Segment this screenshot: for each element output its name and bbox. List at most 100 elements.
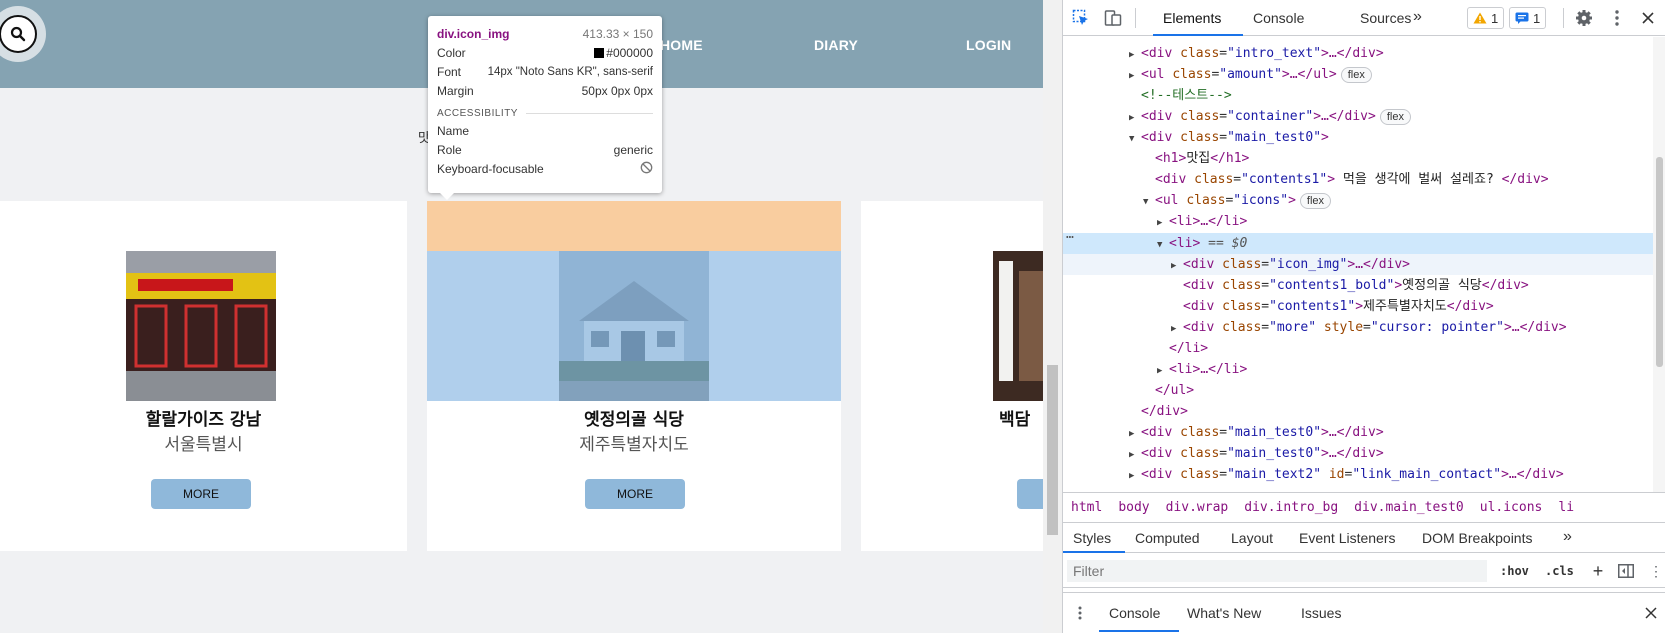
tree-node[interactable]: </ul> xyxy=(1155,380,1194,401)
restaurant-region: 제주특별자치도 xyxy=(579,435,689,455)
tooltip-keyboard-focusable-label: Keyboard-focusable xyxy=(437,161,544,176)
inspect-margin-overlay xyxy=(427,201,841,251)
drawer-tab-issues[interactable]: Issues xyxy=(1301,605,1341,621)
tree-node[interactable]: ▶ <li>…</li> xyxy=(1157,211,1247,232)
breadcrumb-item[interactable]: ul.icons xyxy=(1480,500,1543,515)
breadcrumb-item[interactable]: div.main_test0 xyxy=(1354,500,1464,515)
breadcrumb-item[interactable]: body xyxy=(1118,500,1149,515)
flex-badge: flex xyxy=(1299,193,1332,209)
elements-scrollbar-thumb[interactable] xyxy=(1656,157,1663,367)
inspect-element-icon[interactable] xyxy=(1069,6,1093,30)
breadcrumb-item[interactable]: div.wrap xyxy=(1166,500,1229,515)
tree-node[interactable]: ▼ <div class="main_test0"> xyxy=(1129,127,1329,148)
more-button[interactable]: MORE xyxy=(151,479,251,509)
flex-badge: flex xyxy=(1340,67,1372,83)
tree-node[interactable]: ▶ <li>…</li> xyxy=(1157,359,1247,380)
tab-console[interactable]: Console xyxy=(1253,10,1304,26)
tab-elements[interactable]: Elements xyxy=(1163,10,1221,26)
more-style-tabs-button[interactable]: » xyxy=(1563,528,1572,546)
computed-styles-toggle-icon[interactable]: ⋮ xyxy=(1648,562,1664,580)
tooltip-accessibility-heading: ACCESSIBILITY xyxy=(437,108,653,119)
message-icon xyxy=(1515,12,1529,24)
hov-toggle-button[interactable]: :hov xyxy=(1500,564,1529,578)
tree-node[interactable]: </li> xyxy=(1169,338,1208,359)
tree-node[interactable]: <div class="contents1"> 먹을 생각에 벌써 설레죠? <… xyxy=(1155,169,1549,190)
tooltip-role-label: Role xyxy=(437,142,462,157)
device-toolbar-icon[interactable] xyxy=(1101,6,1125,30)
add-style-rule-icon[interactable]: + xyxy=(1589,561,1607,581)
flex-badge: flex xyxy=(1379,109,1411,125)
tree-node[interactable]: ▶ <div class="main_text2" id="link_main_c… xyxy=(1129,464,1564,485)
console-drawer: Console What's New Issues xyxy=(1063,592,1665,633)
more-button[interactable]: MORE xyxy=(585,479,685,509)
tree-node[interactable]: ▶ <ul class="amount">…</ul> flex xyxy=(1129,64,1372,85)
tree-node-comment[interactable]: <!--테스트--> xyxy=(1141,85,1232,106)
devtools-toolbar: Elements Console Sources » 1 1 xyxy=(1063,0,1665,36)
inspect-tooltip: div.icon_img 413.33 × 150 Color #000000 Fo… xyxy=(428,16,662,200)
drawer-tab-whats-new[interactable]: What's New xyxy=(1187,605,1261,621)
styles-tabbar: Styles Computed Layout Event Listeners D… xyxy=(1063,523,1665,553)
tooltip-size: 413.33 × 150 xyxy=(582,26,653,41)
more-tabs-button[interactable]: » xyxy=(1413,8,1422,26)
tree-node[interactable]: ▶ <div class="main_test0">…</div> xyxy=(1129,422,1384,443)
devtools-panel: Elements Console Sources » 1 1 … ▶ <div … xyxy=(1062,0,1665,633)
restaurant-region: 서울특별시 xyxy=(164,435,243,455)
breadcrumb-item[interactable]: div.intro_bg xyxy=(1244,500,1338,515)
styles-filter-bar: Filter :hov .cls + ⋮ xyxy=(1063,554,1665,588)
elements-scrollbar[interactable] xyxy=(1653,37,1665,492)
close-drawer-icon[interactable] xyxy=(1641,603,1661,623)
inspect-content-overlay xyxy=(427,251,841,401)
settings-gear-icon[interactable] xyxy=(1573,7,1595,29)
elements-tree: … ▶ <div class="intro_text">…</div> ▶ <ul … xyxy=(1063,37,1653,492)
search-button[interactable] xyxy=(0,6,46,62)
more-button[interactable] xyxy=(1017,479,1043,509)
nav-diary-link[interactable]: DIARY xyxy=(814,37,858,53)
close-devtools-icon[interactable] xyxy=(1637,7,1659,29)
toolbar-divider xyxy=(1135,8,1136,28)
tooltip-margin-label: Margin xyxy=(437,83,474,98)
tab-sources[interactable]: Sources xyxy=(1360,10,1411,26)
tree-node[interactable]: ▼ <ul class="icons"> flex xyxy=(1143,190,1332,211)
drawer-active-indicator xyxy=(1099,630,1179,632)
drawer-tab-console[interactable]: Console xyxy=(1109,605,1160,621)
toolbar-divider xyxy=(1563,8,1564,28)
nav-login-link[interactable]: LOGIN xyxy=(966,37,1011,53)
tree-node-selected[interactable]: ▼ <li> == $0 xyxy=(1157,233,1247,254)
not-focusable-icon xyxy=(640,161,653,177)
tree-node[interactable]: ▶ <div class="main_test0">…</div> xyxy=(1129,443,1384,464)
breadcrumb-item-current[interactable]: li xyxy=(1558,500,1574,515)
nav-home-link[interactable]: HOME xyxy=(660,37,703,53)
tree-node[interactable]: </div> xyxy=(1141,401,1188,422)
tab-event-listeners[interactable]: Event Listeners xyxy=(1299,530,1396,546)
messages-badge[interactable]: 1 xyxy=(1509,7,1547,29)
tab-styles[interactable]: Styles xyxy=(1073,530,1111,546)
tooltip-selector: div.icon_img xyxy=(437,26,510,41)
styles-active-indicator xyxy=(1063,551,1125,553)
page-scrollbar-thumb[interactable] xyxy=(1047,365,1058,535)
restaurant-name: 백담 xyxy=(999,410,1031,430)
tree-node[interactable]: ▶ <div class="container">…</div> flex xyxy=(1129,106,1411,127)
tree-node[interactable]: ▶ <div class="icon_img">…</div> xyxy=(1171,254,1410,275)
active-tab-indicator xyxy=(1153,34,1243,36)
node-actions-ellipsis[interactable]: … xyxy=(1066,227,1074,242)
styles-filter-input[interactable]: Filter xyxy=(1067,560,1487,582)
tab-computed[interactable]: Computed xyxy=(1135,530,1200,546)
tree-node[interactable]: <h1>맛집</h1> xyxy=(1155,148,1249,169)
warnings-badge[interactable]: 1 xyxy=(1467,7,1505,29)
cls-toggle-button[interactable]: .cls xyxy=(1545,564,1574,578)
tree-node[interactable]: <div class="contents1">제주특별자치도</div> xyxy=(1183,296,1494,317)
tree-node[interactable]: ▶ <div class="more" style="cursor: pointe… xyxy=(1171,317,1567,338)
drawer-menu-icon[interactable] xyxy=(1075,603,1085,623)
selected-node-highlight xyxy=(1063,233,1653,254)
restaurant-card: 할랄가이즈 강남 서울특별시 MORE xyxy=(0,201,407,551)
tab-layout[interactable]: Layout xyxy=(1231,530,1273,546)
messages-count: 1 xyxy=(1533,10,1541,26)
tooltip-name-label: Name xyxy=(437,123,470,138)
tree-node[interactable]: <div class="contents1_bold">옛정의골 식당</div… xyxy=(1183,275,1529,296)
tab-dom-breakpoints[interactable]: DOM Breakpoints xyxy=(1422,530,1532,546)
toggle-sidebar-icon[interactable] xyxy=(1617,562,1635,580)
kebab-menu-icon[interactable] xyxy=(1609,7,1625,29)
breadcrumb-item[interactable]: html xyxy=(1071,500,1102,515)
page-scrollbar[interactable] xyxy=(1043,0,1062,633)
tree-node[interactable]: ▶ <div class="intro_text">…</div> xyxy=(1129,43,1384,64)
